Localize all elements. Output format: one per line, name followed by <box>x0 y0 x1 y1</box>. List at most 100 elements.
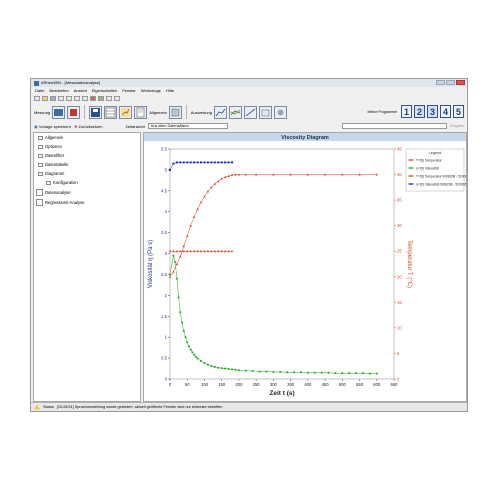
data-point <box>220 367 223 370</box>
save-data-button[interactable] <box>89 105 103 119</box>
copy-icon[interactable] <box>74 95 80 101</box>
data-point <box>213 161 216 164</box>
status-bar: Status [15:28:51] Sprachumstellung wurde… <box>31 402 467 411</box>
programs-label: Meine Programme <box>367 109 397 114</box>
filter-select[interactable] <box>342 123 448 129</box>
y-tick-label: 3 <box>165 251 168 256</box>
data-point <box>200 360 203 363</box>
data-point <box>224 367 227 370</box>
menu-bearbeiten[interactable]: Bearbeiten <box>49 87 68 94</box>
disabled-hint: Eingabe <box>450 124 464 128</box>
tree-doc-label: Regressions-Analyse <box>45 199 85 205</box>
program-button-2[interactable]: 2 <box>414 105 425 118</box>
data-point <box>175 277 178 280</box>
menu-fenster[interactable]: Fenster <box>122 87 136 94</box>
table-view-button[interactable] <box>104 105 118 119</box>
chart-icon <box>121 107 131 117</box>
help-icon[interactable] <box>114 95 120 101</box>
disk-icon <box>91 107 101 117</box>
tree-item-datenfilter[interactable]: Datenfilter <box>34 151 140 160</box>
app-icon <box>34 80 39 86</box>
data-point <box>313 371 316 374</box>
open-folder-icon[interactable] <box>42 95 48 101</box>
tree-item-allgemein[interactable]: Allgemein <box>34 133 140 142</box>
folder-icon <box>38 144 43 149</box>
y2-tick-label: 25 <box>397 249 402 254</box>
save-template-button[interactable]: ▣ Vorlage speichern <box>34 124 71 129</box>
y2-tick-label: 15 <box>397 300 402 305</box>
print-icon[interactable] <box>58 95 64 101</box>
check-icon[interactable] <box>98 95 104 101</box>
measure-stop-button[interactable] <box>67 105 81 119</box>
maximize-button[interactable] <box>446 80 455 85</box>
new-file-icon[interactable] <box>34 95 40 101</box>
y2-tick-label: 20 <box>397 274 402 279</box>
folder-icon <box>38 162 43 167</box>
reset-label: Zurücksetzen <box>78 123 103 129</box>
chart-panel: Viscosity Diagram 0 50 100 150 200 250 300 350 4… <box>143 132 467 402</box>
data-point <box>234 368 237 371</box>
y-tick-label: 3.5 <box>161 230 167 235</box>
data-point <box>189 348 192 351</box>
menu-werkzeuge[interactable]: Werkzeuge <box>141 87 161 94</box>
tree-item-diagramm[interactable]: Diagramm <box>34 169 140 178</box>
settings-icon <box>46 180 51 185</box>
data-point <box>327 371 330 374</box>
dataset-select[interactable]: Aus allen Datensätzen <box>147 123 228 129</box>
data-point <box>258 370 261 373</box>
x-tick-label: 250 <box>253 382 261 387</box>
tree-item-konfiguration[interactable]: Konfiguration <box>34 178 140 187</box>
tree-doc-regression[interactable]: Regressions-Analyse <box>34 197 140 207</box>
undo-icon[interactable] <box>106 95 112 101</box>
reset-button[interactable]: ✖ Zurücksetzen <box>74 124 103 129</box>
menu-eigenschaften[interactable]: Eigenschaften <box>92 87 117 94</box>
data-point <box>361 372 364 375</box>
y2-tick-label: 35 <box>397 198 402 203</box>
eval-export-button[interactable] <box>258 105 272 119</box>
legend-entry: T=f(t) Temperatur <box>416 158 442 162</box>
regression-icon <box>245 108 256 116</box>
y-tick-label: 0 <box>165 377 168 382</box>
legend-title: Legend <box>429 151 442 155</box>
menu-hilfe[interactable]: Hilfe <box>166 87 174 94</box>
navigation-tree: Allgemein Optionen Datenfilter Datentabe… <box>33 132 141 402</box>
cut-icon[interactable] <box>66 95 72 101</box>
close-button[interactable] <box>456 80 465 85</box>
menu-datei[interactable]: Datei <box>35 87 44 94</box>
tree-doc-datenanalyse[interactable]: Datenanalyse <box>34 187 140 197</box>
legend-marker <box>410 159 412 161</box>
data-point <box>179 161 182 164</box>
data-point <box>169 273 171 276</box>
eval-regression-button[interactable] <box>243 105 257 119</box>
data-point <box>194 355 197 358</box>
delete-icon[interactable] <box>90 95 96 101</box>
program-button-3[interactable]: 3 <box>427 105 438 118</box>
program-button-1[interactable]: 1 <box>401 105 412 118</box>
curve-icon <box>215 108 226 116</box>
tree-item-label: Optionen <box>45 144 62 149</box>
menu-bar: Datei Bearbeiten Ansicht Eigenschaften F… <box>31 87 467 94</box>
program-button-5[interactable]: 5 <box>453 105 464 118</box>
device-button[interactable] <box>168 105 182 119</box>
data-point <box>172 254 175 257</box>
y-tick-label: 4 <box>165 209 168 214</box>
minimize-button[interactable] <box>436 80 445 85</box>
data-point <box>203 362 206 365</box>
my-programs: Meine Programme 1 2 3 4 5 <box>367 105 464 118</box>
paste-icon[interactable] <box>82 95 88 101</box>
x-tick-label: 150 <box>218 382 226 387</box>
tree-item-optionen[interactable]: Optionen <box>34 142 140 151</box>
eval-curve-button[interactable] <box>213 105 227 119</box>
tree-item-label: Konfiguration <box>53 180 78 185</box>
program-button-4[interactable]: 4 <box>440 105 451 118</box>
report-button[interactable] <box>134 105 148 119</box>
menu-ansicht[interactable]: Ansicht <box>74 87 87 94</box>
eval-compare-button[interactable] <box>228 105 242 119</box>
chart-view-button[interactable] <box>119 105 133 119</box>
save-icon[interactable] <box>50 95 56 101</box>
measure-start-button[interactable] <box>52 105 66 119</box>
eval-settings-button[interactable] <box>273 105 287 119</box>
reset-icon: ✖ <box>73 123 78 129</box>
tree-item-datentabelle[interactable]: Datentabelle <box>34 160 140 169</box>
viscosity-chart: Viscosity Diagram 0 50 100 150 200 250 300 350 4… <box>144 133 467 397</box>
